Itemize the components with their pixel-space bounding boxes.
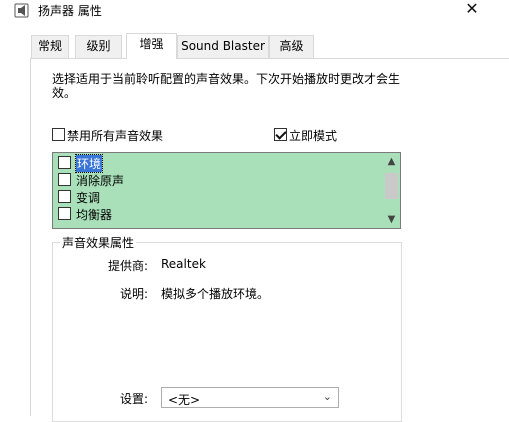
description-value: 模拟多个播放环境。	[161, 287, 270, 301]
tab-label: 增强	[139, 37, 164, 51]
tab-general[interactable]: 常规	[31, 35, 69, 58]
tab-levels[interactable]: 级别	[75, 35, 122, 58]
tab-advanced[interactable]: 高级	[269, 35, 314, 58]
immediate-mode-checkbox[interactable]	[274, 128, 287, 141]
effect-item-environment[interactable]: 环境	[58, 154, 378, 173]
tab-label: Sound Blaster	[181, 39, 265, 53]
disable-all-effects-checkbox[interactable]	[52, 128, 65, 141]
tab-strip: 常规 级别 增强 Sound Blaster 高级	[0, 33, 509, 59]
effects-scrollbar[interactable]: ▲ ▼	[383, 153, 400, 228]
tab-label: 高级	[279, 39, 304, 53]
enhancements-description: 选择适用于当前聆听配置的声音效果。下次开始播放时更改才会生效。	[52, 72, 401, 100]
tab-enhancements[interactable]: 增强	[126, 33, 177, 59]
effect-checkbox[interactable]	[58, 173, 71, 186]
effect-label: 环境	[74, 154, 104, 173]
settings-label: 设置:	[119, 392, 148, 406]
speaker-properties-window: 扬声器 属性 ✕ 常规 级别 增强 Sound Blaster 高级 选择适用于…	[0, 0, 509, 422]
tab-sound-blaster[interactable]: Sound Blaster	[177, 35, 269, 58]
scroll-up-icon[interactable]: ▲	[383, 153, 400, 170]
provider-label: 提供商:	[107, 259, 148, 273]
title-bar: 扬声器 属性 ✕	[0, 0, 509, 22]
effect-label: 消除原声	[76, 174, 125, 188]
effect-label: 均衡器	[76, 208, 113, 222]
effect-checkbox[interactable]	[58, 207, 71, 220]
close-icon: ✕	[465, 0, 479, 18]
tab-label: 级别	[86, 39, 111, 53]
effects-list[interactable]: 环境 消除原声 变调 均衡器 ▲ ▼	[52, 152, 401, 229]
scroll-thumb[interactable]	[385, 173, 398, 199]
settings-dropdown[interactable]: <无> ⌄	[161, 387, 339, 408]
provider-value: Realtek	[161, 257, 206, 271]
effect-item-equalizer[interactable]: 均衡器	[58, 205, 378, 222]
settings-selected-value: <无>	[168, 393, 201, 407]
immediate-mode-label: 立即模式	[289, 129, 338, 143]
description-label: 说明:	[119, 287, 148, 301]
effect-properties-title: 声音效果属性	[60, 234, 137, 251]
effect-checkbox[interactable]	[58, 190, 71, 203]
effect-label: 变调	[76, 191, 101, 205]
effect-checkbox[interactable]	[58, 156, 71, 169]
scroll-down-icon[interactable]: ▼	[383, 211, 400, 228]
chevron-down-icon: ⌄	[322, 390, 332, 403]
window-title: 扬声器 属性	[38, 4, 102, 18]
tab-label: 常规	[37, 39, 62, 53]
speaker-icon	[14, 3, 29, 18]
disable-all-effects-label: 禁用所有声音效果	[67, 129, 164, 143]
effect-item-pitch-shift[interactable]: 变调	[58, 188, 378, 205]
effect-item-voice-cancellation[interactable]: 消除原声	[58, 171, 378, 188]
close-button[interactable]: ✕	[458, 0, 486, 20]
